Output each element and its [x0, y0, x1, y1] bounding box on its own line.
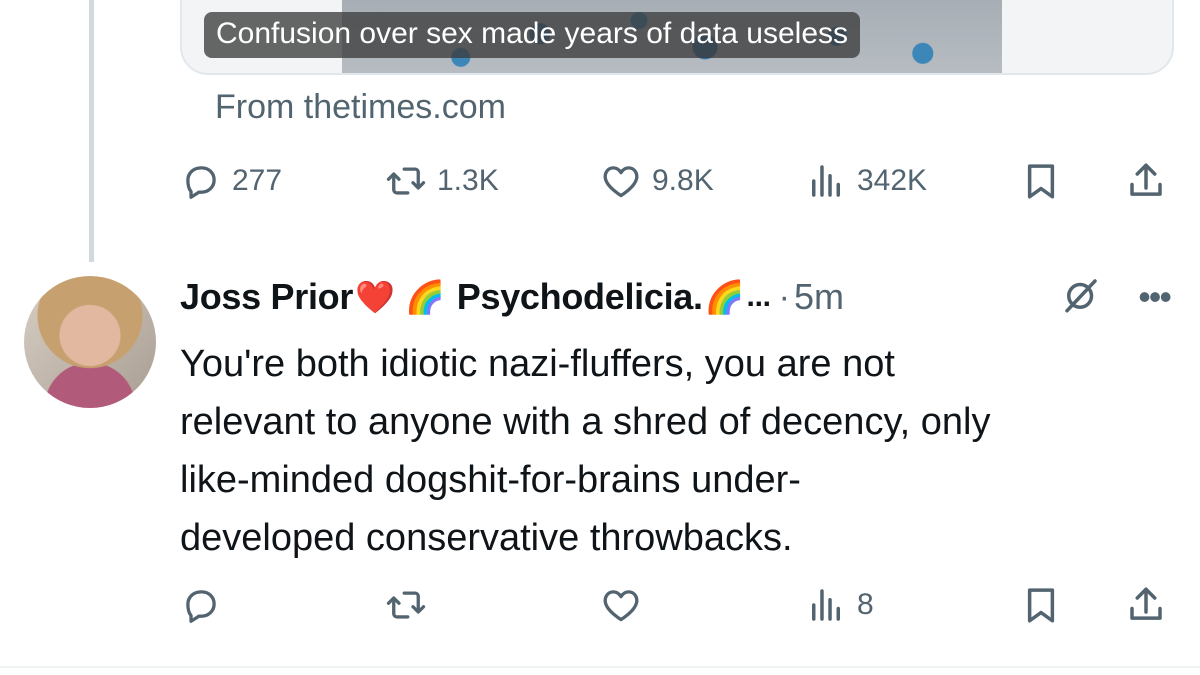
tweet-text-line: You're both idiotic nazi-fluffers, you a…: [180, 343, 895, 385]
name-ellipsis: ...: [746, 280, 771, 313]
reply-icon: [186, 590, 216, 623]
bookmark-button[interactable]: [1020, 156, 1062, 206]
bookmark-icon: [1027, 164, 1055, 199]
views-count: 8: [857, 588, 874, 621]
tweet-header: Joss Prior ❤️ 🌈 Psychodelicia. 🌈 ... · 5…: [180, 274, 1172, 321]
tweet-text-line: relevant to anyone with a shred of decen…: [180, 401, 991, 443]
separator-dot: ·: [778, 277, 790, 316]
header-icons: •••: [1060, 274, 1172, 321]
grok-icon[interactable]: [1060, 274, 1102, 321]
reply-icon: [186, 166, 216, 199]
like-button[interactable]: 9.8K: [600, 156, 714, 206]
views-icon: [812, 589, 840, 621]
more-icon[interactable]: •••: [1138, 276, 1172, 318]
reply-action-bar: 8: [180, 580, 1170, 630]
timestamp[interactable]: 5m: [794, 276, 844, 318]
reply-button[interactable]: [180, 580, 232, 630]
card-caption: Confusion over sex made years of data us…: [204, 12, 861, 58]
link-preview-card[interactable]: Confusion over sex made years of data us…: [180, 0, 1174, 75]
thread-line: [89, 0, 94, 262]
heart-icon: [603, 166, 639, 198]
tweet-text: You're both idiotic nazi-fluffers, you a…: [180, 335, 1170, 567]
display-name[interactable]: Joss Prior: [180, 276, 353, 318]
card-source: From thetimes.com: [215, 88, 506, 126]
retweet-icon: [386, 591, 426, 619]
rainbow-emoji: 🌈: [704, 279, 745, 315]
like-button[interactable]: [600, 580, 652, 630]
tweet-text-line: developed conservative throwbacks.: [180, 517, 793, 559]
tweet-action-bar: 277 1.3K 9.8K 342K: [180, 156, 1170, 206]
tweet-text-line: like-minded dogshit-for-brains under-: [180, 459, 801, 501]
views-button[interactable]: 8: [805, 580, 874, 630]
bookmark-icon: [1027, 588, 1055, 623]
repost-button[interactable]: 1.3K: [385, 156, 499, 206]
reply-count: 277: [232, 164, 283, 197]
retweet-icon: [386, 167, 426, 195]
repost-count: 1.3K: [437, 164, 499, 197]
heart-icon: [603, 590, 639, 622]
share-button[interactable]: [1125, 580, 1167, 630]
views-count: 342K: [857, 164, 928, 197]
share-icon: [1130, 163, 1162, 196]
rainbow-emoji: 🌈: [404, 279, 445, 315]
bookmark-button[interactable]: [1020, 580, 1062, 630]
repost-button[interactable]: [385, 580, 437, 630]
avatar[interactable]: [24, 276, 156, 408]
display-name-continued[interactable]: Psychodelicia.: [457, 276, 703, 318]
share-button[interactable]: [1125, 156, 1167, 206]
heart-emoji: ❤️: [355, 279, 395, 315]
views-icon: [812, 165, 840, 197]
views-button[interactable]: 342K: [805, 156, 927, 206]
share-icon: [1130, 587, 1162, 620]
divider: [0, 666, 1200, 668]
reply-button[interactable]: 277: [180, 156, 282, 206]
like-count: 9.8K: [652, 164, 714, 197]
